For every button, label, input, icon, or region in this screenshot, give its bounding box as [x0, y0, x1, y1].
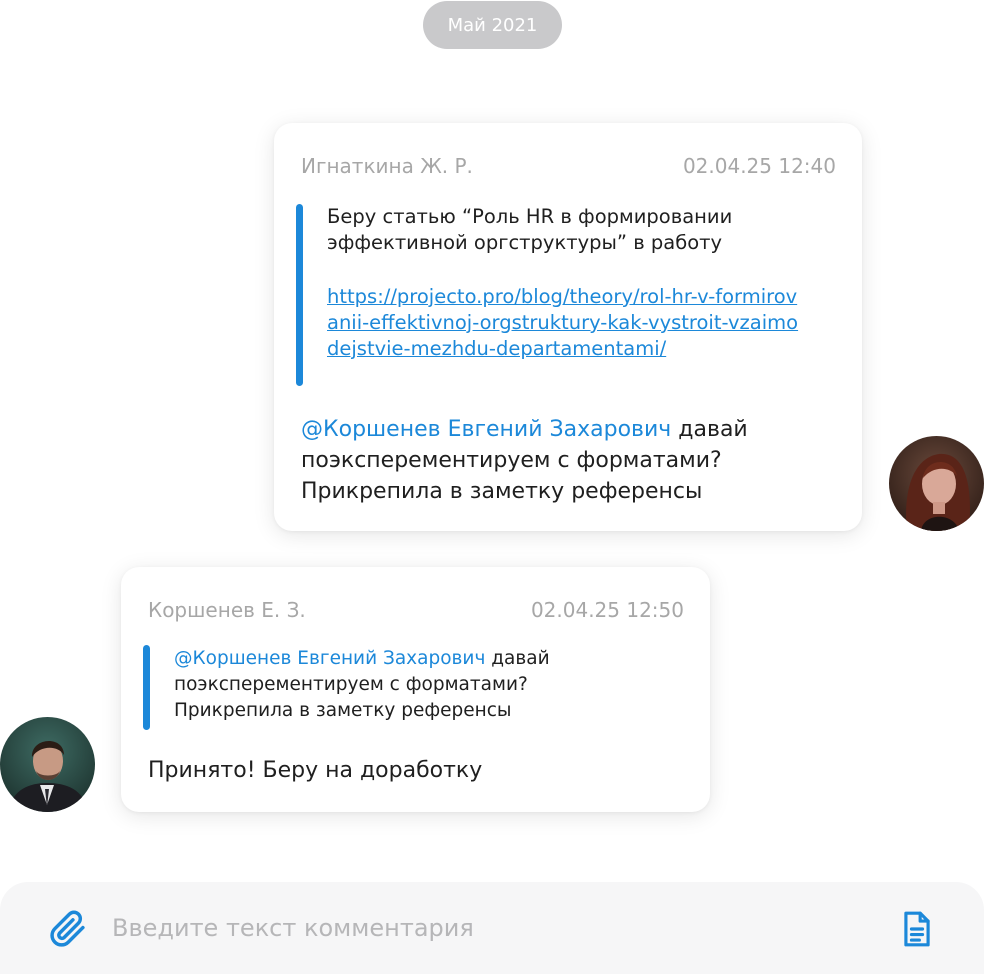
message-card: Игнаткина Ж. Р. 02.04.25 12:40 Беру стат… [274, 123, 862, 531]
document-icon [904, 911, 930, 947]
user-mention[interactable]: @Коршенев Евгений Захарович [174, 648, 485, 669]
message-author: Игнаткина Ж. Р. [301, 154, 473, 178]
quote-text: Беру статью “Роль HR в формировании эффе… [327, 205, 733, 254]
message-timestamp: 02.04.25 12:50 [530, 598, 684, 622]
comment-input[interactable] [112, 908, 872, 948]
quote-link[interactable]: https://projecto.pro/blog/theory/rol-hr-… [327, 284, 807, 362]
message-body: @Коршенев Евгений Захарович давай поэксп… [301, 414, 841, 507]
quoted-message: @Коршенев Евгений Захарович давай поэксп… [143, 645, 663, 730]
message-body: Принято! Беру на доработку [148, 758, 483, 783]
date-separator: Май 2021 [423, 1, 562, 49]
message-author: Коршенев Е. З. [148, 598, 306, 622]
message-card: Коршенев Е. З. 02.04.25 12:50 @Коршенев … [121, 567, 710, 812]
user-mention[interactable]: @Коршенев Евгений Захарович [301, 417, 671, 442]
comment-composer [0, 882, 984, 974]
attach-button[interactable] [48, 909, 88, 949]
message-timestamp: 02.04.25 12:40 [682, 154, 836, 178]
avatar[interactable] [889, 436, 984, 531]
avatar[interactable] [0, 717, 95, 812]
paperclip-icon [50, 910, 85, 947]
quoted-message: Беру статью “Роль HR в формировании эффе… [296, 204, 816, 386]
quote-text: @Коршенев Евгений Захарович давай поэксп… [174, 646, 644, 724]
note-button[interactable] [896, 908, 938, 950]
